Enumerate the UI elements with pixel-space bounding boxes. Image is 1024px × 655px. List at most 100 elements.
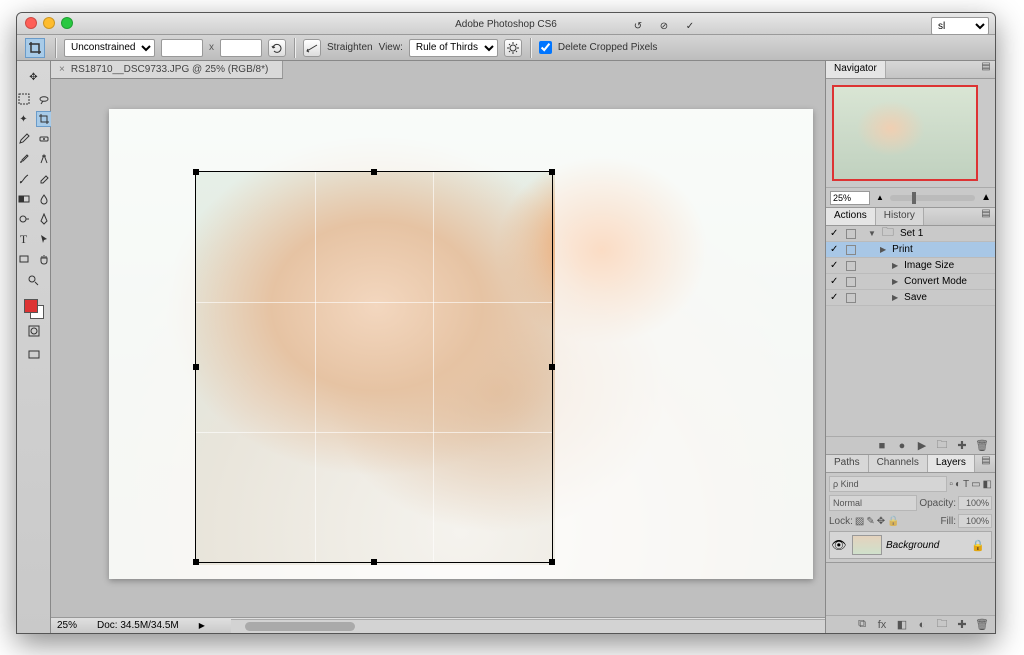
action-row[interactable]: ✓▶Image Size bbox=[826, 258, 995, 274]
crop-handle[interactable] bbox=[193, 169, 199, 175]
navigator-thumb[interactable] bbox=[832, 85, 978, 181]
document-tab[interactable]: ×RS18710__DSC9733.JPG @ 25% (RGB/8*) bbox=[51, 61, 283, 79]
document-canvas[interactable] bbox=[109, 109, 813, 579]
action-row[interactable]: ✓▶Save bbox=[826, 290, 995, 306]
crop-box[interactable] bbox=[195, 171, 553, 563]
screen-mode-button[interactable] bbox=[24, 345, 44, 365]
close-tab-icon[interactable]: × bbox=[59, 64, 65, 75]
new-set-icon[interactable]: 🗀 bbox=[935, 436, 949, 455]
workspace-select[interactable]: sl bbox=[931, 17, 989, 35]
crop-handle[interactable] bbox=[549, 559, 555, 565]
quick-mask-button[interactable] bbox=[24, 321, 44, 341]
link-layers-icon[interactable]: ⧉ bbox=[855, 618, 869, 631]
filter-pixel-icon[interactable]: ▫ bbox=[949, 479, 953, 490]
play-icon[interactable]: ▶ bbox=[915, 439, 929, 452]
crop-options-gear-icon[interactable] bbox=[504, 39, 522, 57]
crop-handle[interactable] bbox=[549, 364, 555, 370]
zoom-out-icon[interactable]: ▲ bbox=[876, 193, 884, 202]
crop-ratio-select[interactable]: Unconstrained bbox=[64, 39, 155, 57]
tool-move[interactable]: ✥ bbox=[24, 67, 44, 87]
record-icon[interactable]: ● bbox=[895, 440, 909, 452]
color-swatches[interactable] bbox=[24, 299, 44, 319]
layer-fx-icon[interactable]: fx bbox=[875, 619, 889, 631]
layer-mask-icon[interactable]: ◧ bbox=[895, 618, 909, 631]
delete-cropped-checkbox[interactable] bbox=[539, 41, 552, 54]
delete-layer-icon[interactable]: 🗑 bbox=[975, 618, 989, 631]
tab-layers[interactable]: Layers bbox=[928, 455, 975, 472]
tool-eyedropper[interactable] bbox=[16, 131, 32, 147]
tool-history-brush[interactable] bbox=[16, 171, 32, 187]
action-row[interactable]: ✓▶Convert Mode bbox=[826, 274, 995, 290]
doc-size-readout[interactable]: Doc: 34.5M/34.5M bbox=[97, 620, 179, 631]
tool-dodge[interactable] bbox=[16, 211, 32, 227]
horizontal-scrollbar[interactable] bbox=[231, 619, 825, 633]
new-layer-icon[interactable]: ✚ bbox=[955, 618, 969, 631]
cancel-crop-button[interactable]: ⊘ bbox=[655, 17, 673, 35]
new-action-icon[interactable]: ✚ bbox=[955, 439, 969, 452]
filter-adjust-icon[interactable]: ◐ bbox=[955, 479, 961, 490]
tool-clone[interactable] bbox=[36, 151, 52, 167]
foreground-color-swatch[interactable] bbox=[24, 299, 38, 313]
crop-handle[interactable] bbox=[193, 364, 199, 370]
lock-transparent-icon[interactable]: ▨ bbox=[855, 516, 864, 527]
blend-mode-select[interactable]: Normal bbox=[829, 495, 917, 511]
tab-channels[interactable]: Channels bbox=[869, 455, 928, 472]
adjustment-layer-icon[interactable]: ◐ bbox=[915, 619, 929, 631]
crop-handle[interactable] bbox=[193, 559, 199, 565]
scrollbar-thumb[interactable] bbox=[245, 622, 355, 631]
tab-navigator[interactable]: Navigator bbox=[826, 61, 886, 78]
filter-shape-icon[interactable]: ▭ bbox=[971, 479, 980, 490]
panel-menu-icon[interactable]: ▤ bbox=[977, 455, 995, 472]
zoom-in-icon[interactable]: ▲ bbox=[981, 192, 991, 203]
zoom-window-button[interactable] bbox=[61, 17, 73, 29]
tool-blur[interactable] bbox=[36, 191, 52, 207]
layer-group-icon[interactable]: 🗀 bbox=[935, 615, 949, 634]
lock-pixels-icon[interactable]: ✎ bbox=[866, 516, 874, 527]
lock-all-icon[interactable]: 🔒 bbox=[887, 516, 899, 527]
opacity-input[interactable]: 100% bbox=[958, 496, 992, 510]
tab-paths[interactable]: Paths bbox=[826, 455, 869, 472]
minimize-window-button[interactable] bbox=[43, 17, 55, 29]
tool-rectangle[interactable] bbox=[16, 251, 32, 267]
crop-view-select[interactable]: Rule of Thirds bbox=[409, 39, 498, 57]
tool-pen[interactable] bbox=[36, 211, 52, 227]
panel-menu-icon[interactable]: ▤ bbox=[977, 208, 995, 225]
crop-handle[interactable] bbox=[549, 169, 555, 175]
layer-thumbnail[interactable] bbox=[852, 535, 882, 555]
fill-input[interactable]: 100% bbox=[958, 514, 992, 528]
close-window-button[interactable] bbox=[25, 17, 37, 29]
tool-marquee[interactable] bbox=[16, 91, 32, 107]
lock-position-icon[interactable]: ✥ bbox=[877, 516, 885, 527]
swap-dimensions-button[interactable] bbox=[268, 39, 286, 57]
visibility-icon[interactable]: 👁 bbox=[830, 538, 848, 552]
crop-height-input[interactable] bbox=[220, 39, 262, 57]
stop-icon[interactable]: ■ bbox=[875, 440, 889, 452]
filter-smart-icon[interactable]: ◧ bbox=[983, 479, 992, 490]
straighten-button[interactable] bbox=[303, 39, 321, 57]
tool-brush[interactable] bbox=[16, 151, 32, 167]
action-row[interactable]: ✓▶Print bbox=[826, 242, 995, 258]
tool-crop[interactable] bbox=[36, 111, 52, 127]
trash-icon[interactable]: 🗑 bbox=[975, 439, 989, 452]
tool-gradient[interactable] bbox=[16, 191, 32, 207]
tab-actions[interactable]: Actions bbox=[826, 208, 876, 225]
layer-row[interactable]: 👁 Background 🔒 bbox=[829, 531, 992, 559]
commit-crop-button[interactable]: ✓ bbox=[681, 17, 699, 35]
tool-eraser[interactable] bbox=[36, 171, 52, 187]
crop-width-input[interactable] bbox=[161, 39, 203, 57]
tool-lasso[interactable] bbox=[36, 91, 52, 107]
filter-type-icon[interactable]: T bbox=[963, 479, 969, 490]
layer-filter-kind[interactable]: ρ Kind bbox=[829, 476, 947, 492]
lock-icon[interactable]: 🔒 bbox=[971, 539, 985, 552]
tool-healing[interactable] bbox=[36, 131, 52, 147]
crop-handle[interactable] bbox=[371, 169, 377, 175]
action-row[interactable]: ✓▼🗀Set 1 bbox=[826, 226, 995, 242]
tool-wand[interactable]: ✦ bbox=[16, 111, 32, 127]
tool-zoom[interactable] bbox=[24, 271, 44, 291]
navigator-zoom-value[interactable]: 25% bbox=[830, 191, 870, 205]
layer-name[interactable]: Background bbox=[886, 540, 971, 551]
panel-menu-icon[interactable]: ▤ bbox=[977, 61, 995, 78]
tool-path-select[interactable] bbox=[36, 231, 52, 247]
crop-handle[interactable] bbox=[371, 559, 377, 565]
tool-type[interactable]: T bbox=[16, 231, 32, 247]
